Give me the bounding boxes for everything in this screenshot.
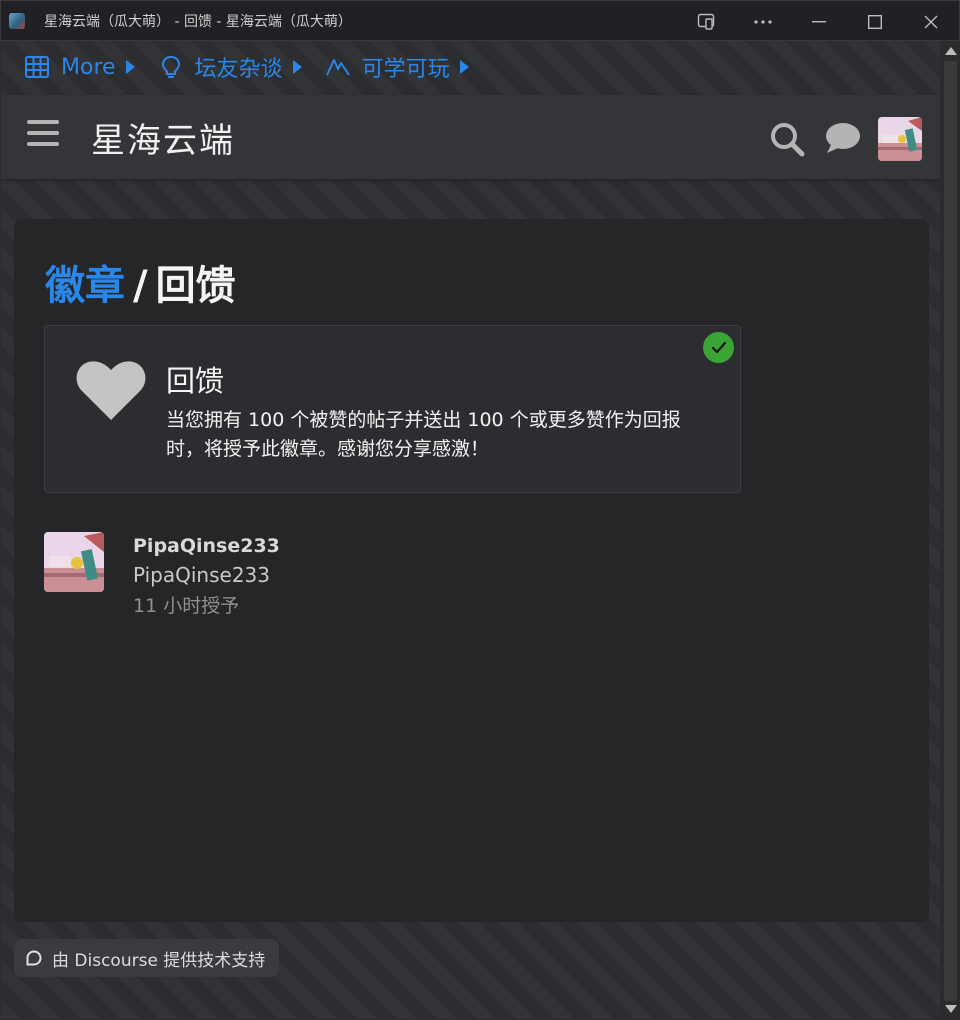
badge-grantee: PipaQinse233 PipaQinse233 11 小时授予	[44, 532, 444, 622]
site-header: 星海云端	[1, 95, 940, 179]
caret-right-icon	[459, 60, 469, 74]
lightbulb-icon	[159, 55, 183, 79]
browser-app-icon	[9, 12, 25, 29]
caret-right-icon	[125, 60, 135, 74]
discourse-logo-icon	[26, 950, 42, 966]
maximize-icon[interactable]	[847, 1, 903, 42]
more-options-icon[interactable]	[735, 1, 791, 42]
powered-by-discourse[interactable]: 由 Discourse 提供技术支持	[14, 939, 280, 977]
badge-name: 回馈	[166, 364, 225, 398]
site-logo[interactable]: 星海云端	[91, 113, 235, 162]
grid-icon	[25, 55, 49, 79]
badge-page-card: 徽章 / 回馈 回馈 当您拥有 100 个被赞的帖子并送出 100 个或更多赞作为回…	[14, 219, 929, 922]
granted-time: 11 小时授予	[133, 595, 240, 617]
scroll-down-arrow-icon[interactable]	[945, 1005, 957, 1013]
window-titlebar: 星海云端（瓜大萌） - 回馈 - 星海云端（瓜大萌）	[0, 0, 960, 41]
nav-link-label: More	[61, 54, 116, 80]
nav-link-chat[interactable]: 坛友杂谈	[159, 51, 302, 83]
nav-link-label: 可学可玩	[361, 57, 450, 82]
window-controls	[679, 1, 959, 42]
nav-link-more[interactable]: More	[25, 55, 135, 80]
custom-header-links: More 坛友杂谈 可学可玩	[25, 51, 493, 83]
window-title: 星海云端（瓜大萌） - 回馈 - 星海云端（瓜大萌）	[44, 13, 352, 30]
search-icon[interactable]	[769, 121, 805, 161]
page-title: 徽章 / 回馈	[45, 253, 236, 311]
cast-icon[interactable]	[679, 1, 735, 42]
zigzag-icon	[325, 55, 350, 79]
powered-by-text: 由 Discourse 提供技术支持	[52, 950, 266, 971]
breadcrumb-separator: /	[133, 263, 148, 309]
granted-check-icon	[703, 332, 734, 363]
heart-icon	[75, 360, 147, 426]
hamburger-menu-icon[interactable]	[27, 120, 59, 150]
badge-description: 当您拥有 100 个被赞的帖子并送出 100 个或更多赞作为回报时，将授予此徽章…	[166, 409, 681, 460]
nav-link-learn[interactable]: 可学可玩	[325, 51, 469, 83]
nav-link-label: 坛友杂谈	[194, 57, 283, 82]
breadcrumb-badges-link[interactable]: 徽章	[45, 263, 125, 309]
close-icon[interactable]	[903, 1, 959, 42]
badge-card: 回馈 当您拥有 100 个被赞的帖子并送出 100 个或更多赞作为回报时，将授予…	[44, 325, 741, 493]
page-title-text: 回馈	[155, 263, 236, 309]
user-avatar[interactable]	[878, 117, 922, 161]
vertical-scrollbar[interactable]	[941, 41, 960, 1019]
scroll-up-arrow-icon[interactable]	[945, 47, 957, 55]
caret-right-icon	[292, 60, 302, 74]
chat-icon[interactable]	[824, 121, 862, 159]
grantee-username[interactable]: PipaQinse233	[133, 535, 280, 557]
page-content: More 坛友杂谈 可学可玩 星海云端 徽章 / 回馈 回馈 当您拥有 100 …	[1, 41, 940, 1019]
grantee-avatar[interactable]	[44, 532, 104, 592]
scroll-thumb[interactable]	[944, 61, 957, 1001]
minimize-icon[interactable]	[791, 1, 847, 42]
grantee-display-name: PipaQinse233	[133, 563, 271, 587]
